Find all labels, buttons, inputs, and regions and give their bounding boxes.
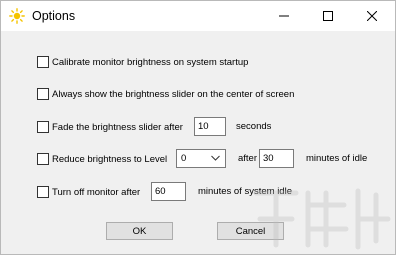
chevron-down-icon	[211, 155, 220, 161]
turnoff-checkbox[interactable]	[37, 186, 49, 198]
close-button[interactable]	[350, 1, 394, 31]
ok-button[interactable]: OK	[106, 222, 173, 240]
minimize-icon	[279, 15, 289, 17]
fade-checkbox[interactable]	[37, 121, 49, 133]
fade-seconds-unit: seconds	[236, 121, 272, 132]
window-title: Options	[32, 9, 76, 23]
center-slider-checkbox[interactable]	[37, 88, 49, 100]
reduce-checkbox[interactable]	[37, 153, 49, 165]
maximize-button[interactable]	[306, 1, 350, 31]
reduce-minutes-input[interactable]: 30	[259, 149, 294, 168]
options-window: Options Calibrate monitor brightness on …	[0, 0, 396, 255]
calibrate-checkbox[interactable]	[37, 56, 49, 68]
center-slider-option[interactable]: Always show the brightness slider on the…	[37, 85, 294, 103]
minimize-button[interactable]	[262, 1, 306, 31]
center-slider-label: Always show the brightness slider on the…	[52, 88, 295, 100]
calibrate-label: Calibrate monitor brightness on system s…	[52, 56, 249, 68]
brightness-level-select[interactable]: 0	[176, 149, 226, 168]
reduce-label: Reduce brightness to Level	[52, 153, 168, 165]
fade-option[interactable]: Fade the brightness slider after	[37, 118, 183, 136]
turnoff-label: Turn off monitor after	[52, 186, 141, 198]
maximize-icon	[323, 11, 333, 21]
watermark-logo	[253, 188, 391, 250]
close-icon	[367, 11, 377, 21]
fade-label: Fade the brightness slider after	[52, 121, 183, 133]
calibrate-option[interactable]: Calibrate monitor brightness on system s…	[37, 53, 248, 71]
fade-seconds-input[interactable]: 10	[194, 117, 226, 136]
reduce-option[interactable]: Reduce brightness to Level	[37, 150, 167, 168]
sun-icon	[9, 8, 25, 24]
turnoff-minutes-input[interactable]: 60	[151, 182, 186, 201]
title-bar[interactable]: Options	[1, 1, 395, 31]
turnoff-option[interactable]: Turn off monitor after	[37, 183, 140, 201]
reduce-after-label: after	[238, 153, 258, 164]
brightness-level-value: 0	[181, 153, 187, 164]
reduce-minutes-unit: minutes of idle	[306, 153, 368, 164]
